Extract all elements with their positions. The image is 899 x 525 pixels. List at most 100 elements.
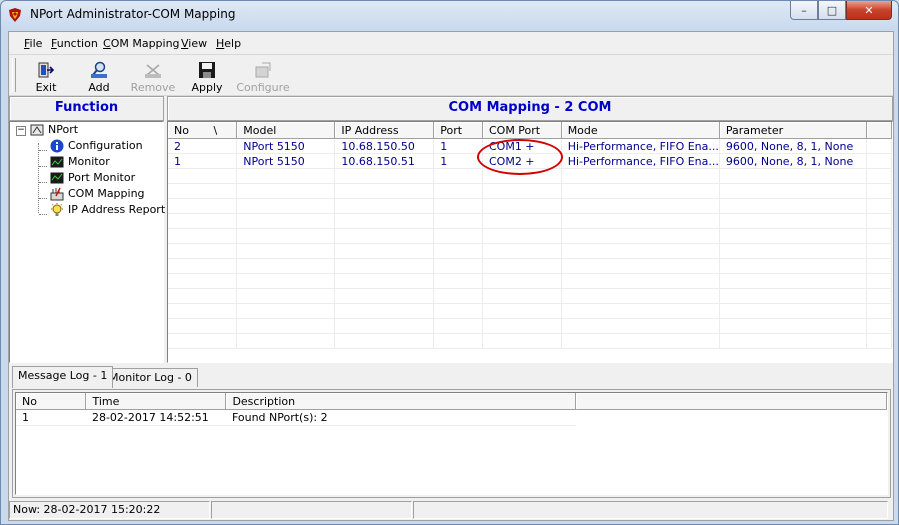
log-row[interactable]: 1 28-02-2017 14:52:51 Found NPort(s): 2 [16, 409, 887, 426]
tree-item-monitor[interactable]: Monitor [50, 154, 110, 170]
column-header-port[interactable]: Port [433, 122, 483, 139]
log-cell-no: 1 [16, 409, 86, 426]
toolbar: Exit Add Remove Apply Configure [9, 54, 893, 96]
exit-button[interactable]: Exit [20, 58, 72, 94]
nport-device-icon [30, 124, 44, 136]
log-cell-description: Found NPort(s): 2 [225, 409, 576, 426]
info-icon [50, 139, 64, 153]
add-label: Add [88, 81, 110, 94]
com-mapping-icon [50, 187, 64, 201]
empty-row [168, 198, 892, 214]
column-header-blank [866, 122, 892, 139]
close-button[interactable]: ✕ [846, 1, 892, 20]
app-window: NPort Administrator-COM Mapping – □ ✕ Fi… [0, 0, 899, 525]
menu-help[interactable]: Help [216, 37, 241, 50]
column-header-ip-address[interactable]: IP Address [334, 122, 435, 139]
save-disk-icon [199, 62, 215, 78]
toolbar-grip[interactable] [12, 58, 16, 92]
maximize-button[interactable]: □ [818, 1, 846, 20]
cell-port: 1 [433, 153, 483, 169]
window-title: NPort Administrator-COM Mapping [30, 7, 236, 21]
menu-view[interactable]: View [181, 37, 207, 50]
empty-row [168, 183, 892, 199]
tree-item-port-monitor[interactable]: Port Monitor [50, 170, 135, 186]
status-bar: Now: 28-02-2017 15:20:22 [9, 500, 893, 519]
tree-item-com-mapping[interactable]: COM Mapping [50, 186, 145, 202]
tree-label-configuration: Configuration [68, 139, 143, 152]
tree-label-monitor: Monitor [68, 155, 110, 168]
tree-label-nport: NPort [48, 123, 79, 136]
tree-connector [38, 143, 39, 213]
title-bar[interactable]: NPort Administrator-COM Mapping – □ ✕ [1, 1, 898, 29]
tab-message-log[interactable]: Message Log - 1 [12, 366, 114, 388]
monitor-chart-icon [50, 156, 64, 168]
tree-label-com-mapping: COM Mapping [68, 187, 145, 200]
client-area: File Function COM Mapping View Help Exit [8, 31, 894, 521]
status-now: Now: 28-02-2017 15:20:22 [9, 501, 210, 519]
empty-row [168, 333, 892, 349]
log-cell-time: 28-02-2017 14:52:51 [85, 409, 226, 426]
cell-com-port: COM1 + [482, 138, 562, 154]
tree-item-configuration[interactable]: Configuration [50, 138, 143, 154]
cell-com-port: COM2 + [482, 153, 562, 169]
minimize-button[interactable]: – [790, 1, 818, 20]
function-panel-header: Function [9, 96, 164, 121]
empty-row [168, 288, 892, 304]
status-panel-3 [413, 501, 888, 519]
function-tree: − NPort Configuration Monitor Port Monit… [9, 121, 165, 363]
configure-label: Configure [236, 81, 290, 94]
empty-row [168, 258, 892, 274]
add-search-icon [91, 61, 107, 78]
column-header-parameter[interactable]: Parameter [719, 122, 868, 139]
empty-row [168, 318, 892, 334]
tree-collapse-toggle[interactable]: − [16, 126, 26, 136]
menu-function[interactable]: Function [51, 37, 98, 50]
cell-port: 1 [433, 138, 483, 154]
cell-model: NPort 5150 [236, 138, 336, 154]
cell-parameter: 9600, None, 8, 1, None [719, 153, 868, 169]
function-panel: Function − NPort Configuration Monitor P… [9, 96, 165, 363]
column-header-no[interactable]: No \ [168, 122, 238, 139]
tree-item-nport[interactable]: NPort [30, 122, 78, 138]
log-column-header-no[interactable]: No [16, 393, 87, 410]
remove-label: Remove [130, 81, 176, 94]
log-column-header-blank [575, 393, 887, 410]
column-header-mode[interactable]: Mode [561, 122, 720, 139]
minimize-icon: – [801, 3, 807, 17]
remove-button[interactable]: Remove [127, 58, 179, 94]
light-bulb-icon [51, 203, 63, 216]
close-icon: ✕ [864, 3, 874, 17]
message-log-panel: No Time Description 1 28-02-2017 14:52:5… [12, 389, 891, 498]
table-row[interactable]: 2 NPort 5150 10.68.150.50 1 COM1 + Hi-Pe… [168, 138, 892, 154]
cell-ip-address: 10.68.150.50 [334, 138, 435, 154]
maximize-icon: □ [826, 3, 838, 17]
menu-file[interactable]: File [24, 37, 42, 50]
exit-icon [38, 62, 55, 78]
apply-button[interactable]: Apply [181, 58, 233, 94]
column-header-com-port[interactable]: COM Port [482, 122, 562, 139]
log-column-header-description[interactable]: Description [225, 393, 577, 410]
tab-monitor-log[interactable]: Monitor Log - 0 [103, 368, 198, 387]
com-mapping-header: COM Mapping - 2 COM [167, 96, 893, 121]
apply-label: Apply [191, 81, 223, 94]
cell-mode: Hi-Performance, FIFO Ena... [561, 138, 720, 154]
empty-grid-rows [168, 168, 892, 349]
configure-button[interactable]: Configure [236, 58, 290, 94]
empty-row [168, 228, 892, 244]
nport-app-icon[interactable] [7, 7, 23, 23]
log-tabs: Message Log - 1 Monitor Log - 0 [9, 366, 893, 388]
menu-bar: File Function COM Mapping View Help [9, 32, 893, 54]
column-header-model[interactable]: Model [236, 122, 336, 139]
add-button[interactable]: Add [73, 58, 125, 94]
cell-parameter: 9600, None, 8, 1, None [719, 138, 868, 154]
log-column-header-time[interactable]: Time [85, 393, 227, 410]
empty-row [168, 273, 892, 289]
tree-item-ip-address-report[interactable]: IP Address Report [50, 202, 165, 218]
menu-com-mapping[interactable]: COM Mapping [103, 37, 180, 50]
table-row[interactable]: 1 NPort 5150 10.68.150.51 1 COM2 + Hi-Pe… [168, 153, 892, 169]
empty-row [168, 168, 892, 184]
empty-row [168, 243, 892, 259]
com-mapping-panel: COM Mapping - 2 COM No \ Model IP Addres… [167, 96, 893, 363]
cell-ip-address: 10.68.150.51 [334, 153, 435, 169]
exit-label: Exit [35, 81, 57, 94]
